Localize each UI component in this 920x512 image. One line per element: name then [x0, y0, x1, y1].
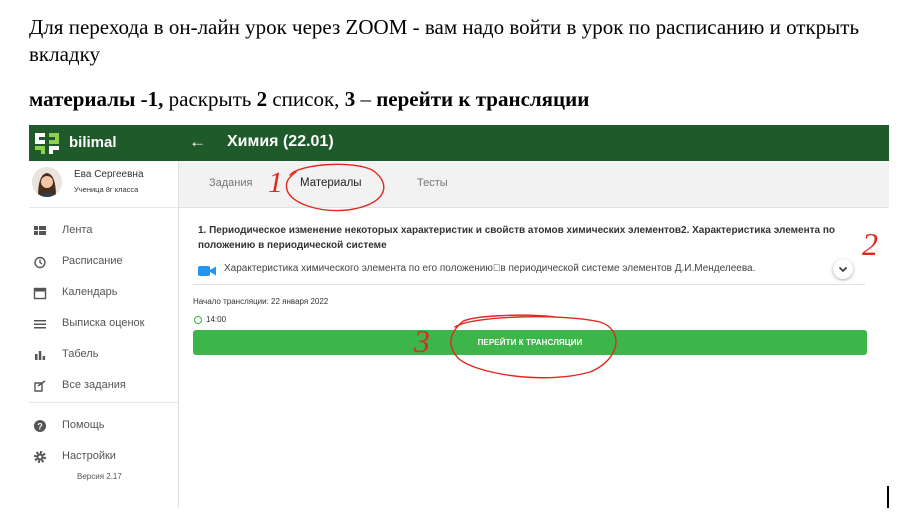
svg-text:?: ? — [37, 422, 43, 432]
sidebar-item-feed[interactable]: Лента — [29, 218, 178, 244]
sidebar-item-grades[interactable]: Выписка оценок — [29, 311, 178, 337]
sidebar: Ева Сергеевна Ученица 8г класса Лента Ра… — [29, 161, 179, 508]
instruction-text: раскрыть — [163, 87, 257, 111]
join-stream-button[interactable]: ПЕРЕЙТИ К ТРАНСЛЯЦИИ — [193, 330, 867, 355]
tab-tests[interactable]: Тесты — [417, 177, 448, 189]
user-name: Ева Сергеевна — [74, 169, 144, 180]
sidebar-item-label: Выписка оценок — [62, 317, 145, 329]
sidebar-item-help[interactable]: ? Помощь — [29, 413, 178, 439]
sidebar-item-all-tasks[interactable]: Все задания — [29, 373, 178, 399]
text-cursor — [887, 486, 889, 508]
arrow-left-icon[interactable]: ← — [189, 131, 206, 153]
instruction-action: перейти к трансляции — [376, 87, 590, 111]
tab-assignments[interactable]: Задания — [209, 177, 252, 189]
instruction-dash: – — [355, 87, 377, 111]
sidebar-item-label: Помощь — [62, 419, 105, 431]
stream-start-label: Начало трансляции: 22 января 2022 — [193, 297, 329, 306]
list-icon — [34, 320, 46, 329]
sidebar-item-label: Настройки — [62, 450, 116, 462]
sidebar-item-schedule[interactable]: Расписание — [29, 249, 178, 275]
sidebar-item-calendar[interactable]: Календарь — [29, 280, 178, 306]
calendar-icon — [33, 287, 47, 300]
help-icon: ? — [34, 420, 46, 432]
tab-materials[interactable]: Материалы — [300, 177, 362, 189]
material-title: 1. Периодическое изменение некоторых хар… — [198, 225, 836, 251]
chevron-down-icon[interactable] — [833, 259, 853, 279]
tab-bar: Задания Материалы Тесты — [179, 161, 889, 208]
video-camera-icon — [198, 266, 216, 276]
sidebar-item-report[interactable]: Табель — [29, 342, 178, 368]
instruction-line-1: Для перехода в он-лайн урок через ZOOM -… — [29, 15, 860, 66]
instruction-step-2: 2 — [256, 87, 268, 111]
sidebar-item-settings[interactable]: Настройки — [29, 444, 178, 470]
material-list-item[interactable]: Характеристика химического элемента по е… — [224, 263, 755, 274]
user-class: Ученица 8г класса — [74, 185, 139, 194]
top-bar: bilimal ← Химия (22.01) — [29, 125, 889, 161]
bilimal-logo-icon — [35, 133, 59, 154]
app-screenshot: bilimal ← Химия (22.01) Ева Сергеевна Уч… — [29, 125, 889, 508]
sidebar-item-label: Лента — [62, 224, 93, 236]
tasks-icon — [34, 380, 46, 392]
instruction-text: список, — [267, 87, 345, 111]
instruction-step-1: материалы -1, — [29, 87, 164, 111]
clock-icon — [194, 316, 202, 324]
material-card: 1. Периодическое изменение некоторых хар… — [193, 215, 865, 285]
gear-icon — [34, 451, 46, 463]
course-title: Химия (22.01) — [227, 133, 334, 150]
sidebar-item-label: Расписание — [62, 255, 123, 267]
sidebar-item-label: Календарь — [62, 286, 118, 298]
bar-chart-icon — [35, 351, 46, 360]
sidebar-item-label: Все задания — [62, 379, 126, 391]
brand-name: bilimal — [69, 134, 117, 151]
clock-icon — [34, 256, 46, 269]
feed-icon — [34, 226, 46, 235]
sidebar-item-label: Табель — [62, 348, 99, 360]
instruction-line-2: материалы -1, раскрыть 2 список, 3 – пер… — [29, 86, 589, 112]
app-version: Версия 2.17 — [77, 472, 122, 481]
stream-time: 14:00 — [206, 315, 227, 324]
user-profile[interactable]: Ева Сергеевна Ученица 8г класса — [29, 161, 178, 208]
avatar — [32, 167, 62, 197]
sidebar-divider — [29, 402, 178, 403]
instruction-step-3: 3 — [344, 87, 356, 111]
